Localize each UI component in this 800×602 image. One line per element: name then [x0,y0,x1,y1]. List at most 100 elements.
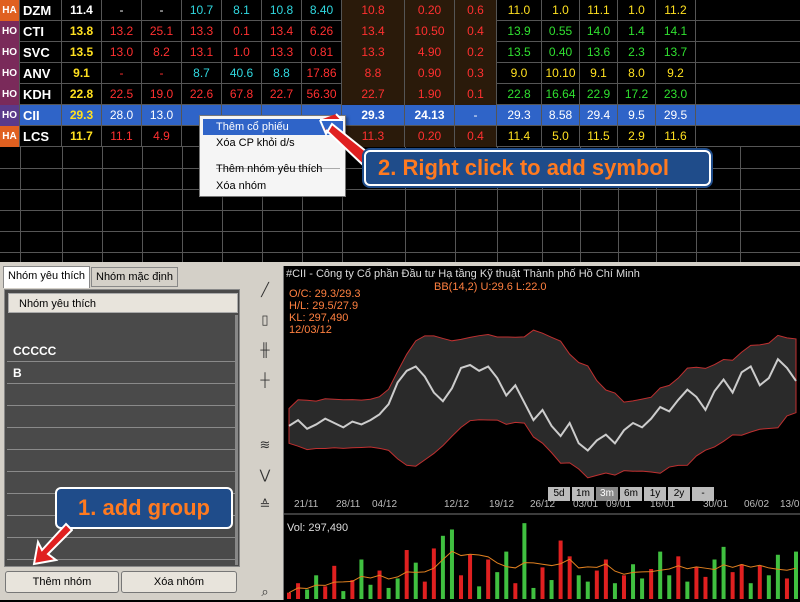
value-cell: 0.20 [405,126,455,147]
board-row[interactable]: HO ANV 9.1- -8.7 40.6 8.8 17.86 8.8 0.90 0.3 9.0 10… [0,63,800,84]
volume-bar [422,581,427,599]
chart-title: #CII - Công ty Cổ phần Đầu tư Hạ tầng Kỹ… [286,268,640,280]
symbol-cell[interactable]: DZM [20,0,62,21]
x-tick-label: 06/02 [744,499,770,510]
value-cell: 4.9 [142,126,182,147]
board-row[interactable]: HO SVC 13.5 13.0 8.2 13.1 1.0 13.3 0.81 13.3 4.90 0… [0,42,800,63]
volume-bar [694,567,699,599]
price-chart[interactable]: #CII - Công ty Cổ phần Đầu tư Hạ tầng Kỹ… [283,266,800,600]
value-cell: 13.4 [262,21,302,42]
volume-bar [730,572,735,599]
value-cell: 8.40 [302,0,342,21]
ref-price-cell: 29.3 [62,105,102,126]
volume-bar [775,554,780,599]
value-cell: 16.64 [542,84,580,105]
symbol-cell[interactable]: LCS [20,126,62,147]
value-cell: 29.4 [580,105,618,126]
volume-bar [287,592,291,599]
board-row[interactable]: HO KDH 22.8 22.5 19.0 22.6 67.8 22.7 56.30 22.7 1.… [0,84,800,105]
volume-bar [640,578,645,599]
value-cell: 8.8 [342,63,405,84]
value-cell: 11.1 [580,0,618,21]
value-cell: 8.7 [182,63,222,84]
volume-bar [794,551,798,599]
volume-bar [386,587,391,599]
grid-line [0,189,800,190]
volume-bar [558,540,563,599]
volume-bar [549,580,554,599]
volume-bar [359,559,364,599]
list-item-empty[interactable] [7,428,237,450]
value-cell: 13.3 [342,42,405,63]
x-tick-label: 16/01 [650,499,676,510]
value-cell: 2.3 [618,42,656,63]
value-cell: 10.8 [342,0,405,21]
value-cell: 2.9 [618,126,656,147]
bollinger-icon[interactable]: ≋ [255,435,275,455]
volume-bar [739,564,744,599]
symbol-cell[interactable]: KDH [20,84,62,105]
volume-bar [459,575,464,599]
board-row[interactable]: HO CTI 13.8 13.2 25.1 13.3 0.1 13.4 6.26 13.4 10.5… [0,21,800,42]
tab-favorite-groups[interactable]: Nhóm yêu thích [3,266,91,288]
price-board: HA DZM 11.4- -10.7 8.1 10.8 8.40 10.8 0.20 0.6 11.… [0,0,800,262]
list-item-empty[interactable] [7,384,237,406]
symbol-cell[interactable]: ANV [20,63,62,84]
volume-label: Vol: 297,490 [287,522,349,534]
volume-bar [404,550,409,599]
value-cell: 22.6 [182,84,222,105]
value-cell: - [102,0,142,21]
delete-group-button[interactable]: Xóa nhóm [121,571,237,593]
list-item-group[interactable]: CCCCC [7,340,237,362]
value-cell: 8.8 [262,63,302,84]
candlestick-icon[interactable]: ▯ [255,310,275,330]
callout-add-group: 1. add group [55,487,233,529]
list-item-empty[interactable] [7,450,237,472]
board-row[interactable]: HO CII 29.3 28.0 13.0 29.3 24.13-29.3 8.58 29.4 9… [0,105,800,126]
volume-bar [531,587,536,599]
volume-bar [685,581,690,599]
value-cell: 25.1 [142,21,182,42]
symbol-cell[interactable]: CTI [20,21,62,42]
zoom-icon[interactable]: ⌕ [255,582,275,602]
ref-price-cell: 13.8 [62,21,102,42]
value-cell: 56.30 [302,84,342,105]
value-cell: 29.3 [497,105,542,126]
volume-bar [513,583,518,599]
volume-bar [314,575,319,599]
value-cell: 0.1 [455,84,497,105]
tab-default-groups[interactable]: Nhóm mặc định [91,267,179,287]
menu-item-delete-group[interactable]: Xóa nhóm [216,178,266,194]
board-row[interactable]: HA LCS 11.7 11.1 4.9 11.3 0.20 0.4 11.4 5.0 11.5 2.… [0,126,800,147]
volume-bar [649,568,654,599]
value-cell: 8.0 [618,63,656,84]
volume-bar [350,580,355,599]
symbol-cell[interactable]: SVC [20,42,62,63]
symbol-cell[interactable]: CII [20,105,62,126]
board-row[interactable]: HA DZM 11.4- -10.7 8.1 10.8 8.40 10.8 0.20 0.6 11.… [0,0,800,21]
list-scrollbar[interactable] [235,315,238,565]
bar-chart-icon[interactable]: ┼ [255,370,275,390]
volume-icon[interactable]: ≙ [255,495,275,515]
menu-item-remove-stock[interactable]: Xóa CP khỏi d/s [216,135,295,151]
volume-bar [468,554,473,599]
add-group-button[interactable]: Thêm nhóm [5,571,119,593]
value-cell: 13.3 [182,21,222,42]
value-cell: 1.0 [542,0,580,21]
volume-bar [449,529,454,599]
trend-icon[interactable]: ⋁ [255,465,275,485]
value-cell: 11.6 [656,126,696,147]
value-cell: - [142,0,182,21]
list-item-empty[interactable] [7,406,237,428]
volume-bar [721,546,726,599]
ohlc-icon[interactable]: ╫ [255,340,275,360]
value-cell: 13.2 [102,21,142,42]
ref-price-cell: 22.8 [62,84,102,105]
value-cell: 8.2 [142,42,182,63]
exchange-badge: HO [0,105,20,126]
group-list-header: Nhóm yêu thích [8,293,238,313]
line-chart-icon[interactable]: ╱ [255,280,275,300]
list-item-group[interactable]: B [7,362,237,384]
menu-item-add-group[interactable]: Thêm nhóm yêu thích [216,161,322,177]
value-cell: 0.6 [455,0,497,21]
